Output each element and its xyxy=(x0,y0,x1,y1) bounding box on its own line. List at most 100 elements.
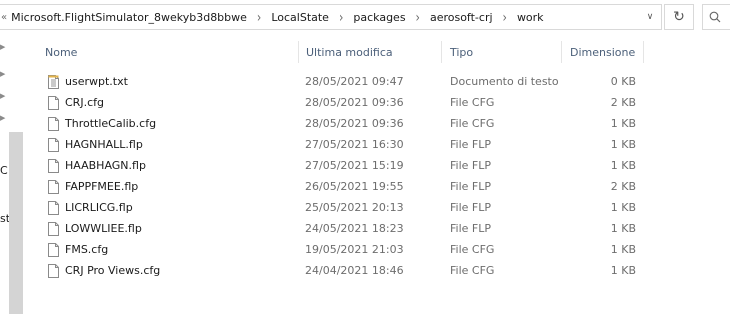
file-type: File CFG xyxy=(450,117,495,130)
column-divider[interactable] xyxy=(441,41,442,63)
column-header: Nome Ultima modifica Tipo Dimensione xyxy=(32,39,672,65)
file-type: File CFG xyxy=(450,243,495,256)
file-name[interactable]: LOWWLIEE.flp xyxy=(65,222,142,235)
search-icon xyxy=(709,11,721,23)
file-row[interactable]: CRJ.cfg 28/05/2021 09:36 File CFG 2 KB xyxy=(32,92,682,113)
expand-arrow-icon[interactable]: ▶ xyxy=(0,92,5,100)
file-row[interactable]: LICRLICG.flp 25/05/2021 20:13 File FLP 1 KB xyxy=(32,197,682,218)
file-size: 1 KB xyxy=(610,117,636,130)
file-size: 1 KB xyxy=(610,222,636,235)
file-name-cell[interactable]: CRJ.cfg xyxy=(48,92,104,113)
column-header-name[interactable]: Nome xyxy=(45,39,77,65)
file-name-cell[interactable]: HAGNHALL.flp xyxy=(48,134,143,155)
breadcrumb-separator-icon[interactable]: › xyxy=(503,9,507,26)
column-header-date[interactable]: Ultima modifica xyxy=(306,39,393,65)
file-icon xyxy=(48,200,59,215)
file-size: 2 KB xyxy=(610,180,636,193)
breadcrumb-separator-icon[interactable]: › xyxy=(339,9,343,26)
file-icon xyxy=(48,116,59,131)
file-icon xyxy=(48,95,59,110)
file-date: 19/05/2021 21:03 xyxy=(305,243,404,256)
file-size: 1 KB xyxy=(610,159,636,172)
file-type: File FLP xyxy=(450,201,491,214)
file-name-cell[interactable]: HAABHAGN.flp xyxy=(48,155,146,176)
file-name[interactable]: LICRLICG.flp xyxy=(65,201,133,214)
file-type: File FLP xyxy=(450,222,491,235)
file-date: 24/04/2021 18:46 xyxy=(305,264,404,277)
file-icon xyxy=(48,263,59,278)
file-date: 28/05/2021 09:36 xyxy=(305,117,404,130)
breadcrumb-item[interactable]: Microsoft.FlightSimulator_8wekyb3d8bbwe xyxy=(10,11,248,24)
file-name-cell[interactable]: LICRLICG.flp xyxy=(48,197,133,218)
file-icon xyxy=(48,158,59,173)
file-name[interactable]: FMS.cfg xyxy=(65,243,108,256)
file-row[interactable]: ThrottleCalib.cfg 28/05/2021 09:36 File CF… xyxy=(32,113,682,134)
file-size: 1 KB xyxy=(610,138,636,151)
file-name[interactable]: HAGNHALL.flp xyxy=(65,138,143,151)
breadcrumb-item[interactable]: aerosoft-crj xyxy=(429,11,494,24)
file-name-cell[interactable]: LOWWLIEE.flp xyxy=(48,218,142,239)
navigation-pane: ▶ ▶ ▶ ▶ C st xyxy=(0,34,23,314)
expand-arrow-icon[interactable]: ▶ xyxy=(0,114,5,122)
file-name[interactable]: ThrottleCalib.cfg xyxy=(65,117,156,130)
column-header-size[interactable]: Dimensione xyxy=(570,39,635,65)
file-type: File FLP xyxy=(450,159,491,172)
file-size: 1 KB xyxy=(610,264,636,277)
file-name[interactable]: CRJ Pro Views.cfg xyxy=(65,264,160,277)
expand-arrow-icon[interactable]: ▶ xyxy=(0,70,5,78)
breadcrumb-item[interactable]: work xyxy=(516,11,545,24)
file-type: File FLP xyxy=(450,180,491,193)
file-icon xyxy=(48,242,59,257)
file-name[interactable]: userwpt.txt xyxy=(65,75,128,88)
file-type: File CFG xyxy=(450,96,495,109)
column-divider[interactable] xyxy=(298,41,299,63)
address-bar[interactable]: « Microsoft.FlightSimulator_8wekyb3d8bbw… xyxy=(0,4,662,30)
file-date: 27/05/2021 16:30 xyxy=(305,138,404,151)
file-size: 1 KB xyxy=(610,201,636,214)
refresh-icon: ↻ xyxy=(673,9,685,25)
file-name-cell[interactable]: CRJ Pro Views.cfg xyxy=(48,260,160,281)
file-date: 24/05/2021 18:23 xyxy=(305,222,404,235)
file-name-cell[interactable]: userwpt.txt xyxy=(48,71,128,92)
address-history-dropdown[interactable]: ∨ xyxy=(639,5,661,29)
column-divider[interactable] xyxy=(561,41,562,63)
breadcrumb-item[interactable]: packages xyxy=(352,11,406,24)
file-icon xyxy=(48,137,59,152)
breadcrumb-item[interactable]: LocalState xyxy=(270,11,330,24)
file-row[interactable]: FAPPFMEE.flp 26/05/2021 19:55 File FLP 2 KB xyxy=(32,176,682,197)
file-size: 0 KB xyxy=(610,75,636,88)
nav-item-label[interactable]: C xyxy=(0,164,8,177)
file-name[interactable]: CRJ.cfg xyxy=(65,96,104,109)
file-row[interactable]: HAGNHALL.flp 27/05/2021 16:30 File FLP 1 KB xyxy=(32,134,682,155)
breadcrumb: « Microsoft.FlightSimulator_8wekyb3d8bbw… xyxy=(0,5,545,29)
file-row[interactable]: userwpt.txt 28/05/2021 09:47 Documento di … xyxy=(32,71,682,92)
file-icon xyxy=(48,221,59,236)
file-row[interactable]: LOWWLIEE.flp 24/05/2021 18:23 File FLP 1 KB xyxy=(32,218,682,239)
file-size: 2 KB xyxy=(610,96,636,109)
file-row[interactable]: CRJ Pro Views.cfg 24/04/2021 18:46 File CF… xyxy=(32,260,682,281)
file-name-cell[interactable]: FAPPFMEE.flp xyxy=(48,176,138,197)
breadcrumb-separator-icon[interactable]: › xyxy=(416,9,420,26)
file-row[interactable]: FMS.cfg 19/05/2021 21:03 File CFG 1 KB xyxy=(32,239,682,260)
text-file-icon xyxy=(48,74,59,89)
file-type: File FLP xyxy=(450,138,491,151)
breadcrumb-separator-icon[interactable]: › xyxy=(257,9,261,26)
file-row[interactable]: HAABHAGN.flp 27/05/2021 15:19 File FLP 1 KB xyxy=(32,155,682,176)
overflow-chevron-icon[interactable]: « xyxy=(1,12,7,23)
file-type: Documento di testo xyxy=(450,75,559,88)
file-icon xyxy=(48,179,59,194)
column-header-type[interactable]: Tipo xyxy=(450,39,473,65)
search-box[interactable] xyxy=(702,4,730,30)
file-date: 28/05/2021 09:36 xyxy=(305,96,404,109)
nav-scrollbar[interactable] xyxy=(9,132,23,314)
refresh-button[interactable]: ↻ xyxy=(664,4,694,30)
file-name-cell[interactable]: FMS.cfg xyxy=(48,239,108,260)
file-name-cell[interactable]: ThrottleCalib.cfg xyxy=(48,113,156,134)
file-name[interactable]: FAPPFMEE.flp xyxy=(65,180,138,193)
expand-arrow-icon[interactable]: ▶ xyxy=(0,43,5,51)
file-date: 26/05/2021 19:55 xyxy=(305,180,404,193)
file-type: File CFG xyxy=(450,264,495,277)
file-size: 1 KB xyxy=(610,243,636,256)
column-divider[interactable] xyxy=(643,41,644,63)
file-name[interactable]: HAABHAGN.flp xyxy=(65,159,146,172)
